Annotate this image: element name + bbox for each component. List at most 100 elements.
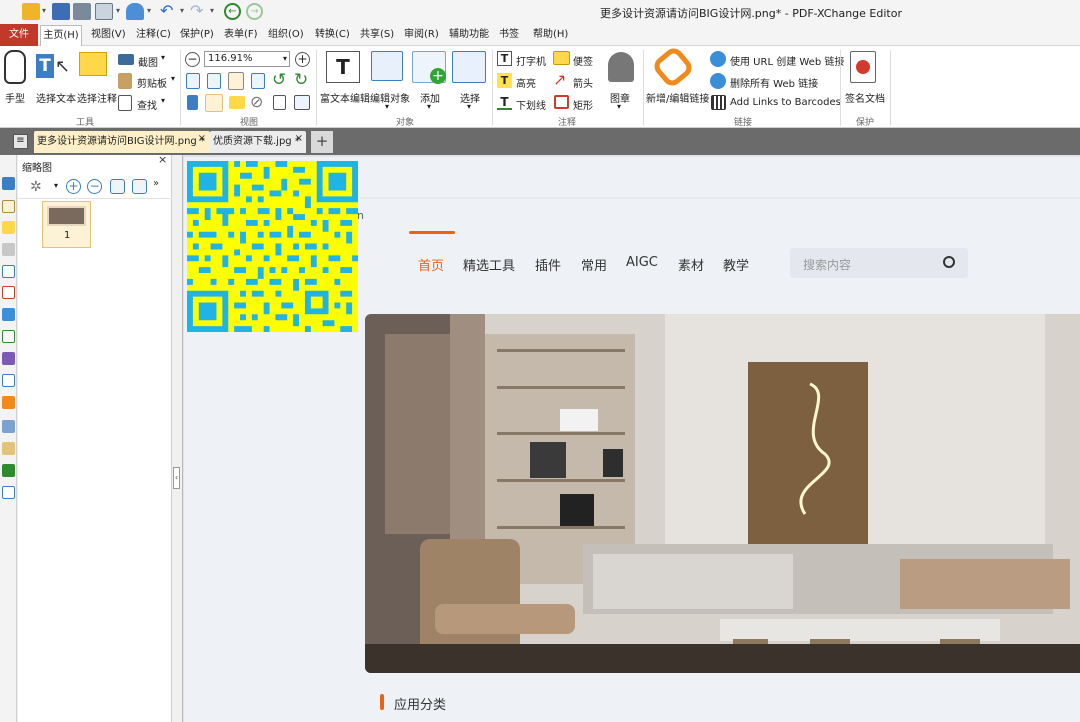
fit-page-icon[interactable]	[207, 73, 221, 89]
zoom-out-icon[interactable]: −	[185, 52, 200, 67]
fit-visible-icon[interactable]	[251, 73, 265, 89]
layers-panel-icon[interactable]	[2, 265, 15, 278]
website-search-box[interactable]: 搜索内容	[790, 248, 968, 278]
nav-featured-tools[interactable]: 精选工具	[463, 255, 515, 274]
menu-protect[interactable]: 保护(P)	[180, 24, 214, 46]
zoom-out-icon[interactable]: −	[87, 179, 102, 194]
thumbnails-toolbar: ✲ ▾ + − »	[18, 175, 172, 199]
menu-icon[interactable]: ≡	[13, 134, 28, 149]
close-icon[interactable]: ×	[295, 128, 303, 149]
rotate-left-icon[interactable]	[110, 179, 125, 194]
back-icon[interactable]: ←	[224, 3, 241, 20]
tools-panel-icon[interactable]	[2, 420, 15, 433]
menu-view[interactable]: 视图(V)	[91, 24, 126, 46]
tab-document-1[interactable]: 更多设计资源请访问BIG设计网.png * ×	[34, 131, 210, 153]
chevron-down-icon[interactable]: ▾	[116, 6, 120, 15]
properties-panel-icon[interactable]	[2, 330, 15, 343]
properties-icon[interactable]	[273, 95, 286, 110]
note-icon	[553, 51, 570, 65]
zoom-in-icon[interactable]: +	[295, 52, 310, 67]
fit-width-icon[interactable]	[228, 72, 244, 90]
attachments-panel-icon[interactable]	[2, 243, 15, 256]
menu-file[interactable]: 文件	[0, 24, 38, 46]
chevron-down-icon[interactable]: ▾	[210, 6, 214, 15]
zoom-level-select[interactable]: 116.91% ▾	[204, 51, 290, 67]
undo-icon[interactable]: ↶	[160, 1, 173, 20]
destinations-panel-icon[interactable]	[2, 352, 15, 365]
menu-home[interactable]: 主页(H)	[40, 25, 82, 46]
cloud-upload-icon[interactable]	[126, 3, 144, 20]
actual-size-icon[interactable]	[186, 73, 200, 89]
find-icon	[118, 95, 132, 111]
clipboard-label: 剪贴板	[137, 79, 167, 90]
close-icon[interactable]: ×	[198, 128, 206, 149]
zoom-in-icon[interactable]: +	[66, 179, 81, 194]
organizer-panel-icon[interactable]	[2, 442, 15, 455]
bookmarks-panel-icon[interactable]	[2, 177, 15, 190]
panel-splitter[interactable]: ‹	[172, 155, 183, 722]
rotate-left-icon[interactable]: ↺	[272, 70, 286, 90]
forward-icon[interactable]: →	[246, 3, 263, 20]
settings-icon[interactable]	[294, 95, 310, 110]
document-view[interactable]: n 首页 精选工具 插件 常用 AIGC 素材 教学 搜索内容 应用分类	[183, 155, 1080, 722]
nav-common[interactable]: 常用	[581, 255, 607, 274]
chevron-down-icon[interactable]: ▾	[54, 181, 58, 190]
nav-aigc[interactable]: AIGC	[626, 255, 658, 270]
globe-remove-icon	[710, 73, 726, 89]
save-icon[interactable]	[52, 3, 70, 20]
search-panel-icon[interactable]	[2, 464, 15, 477]
signatures-panel-icon[interactable]	[2, 286, 15, 299]
pages-icon[interactable]	[205, 94, 223, 112]
structure-panel-icon[interactable]	[2, 374, 15, 387]
menu-accessibility[interactable]: 辅助功能	[449, 24, 489, 46]
more-options-icon[interactable]: »	[153, 178, 159, 189]
chevron-down-icon[interactable]: ▾	[180, 6, 184, 15]
chevron-down-icon[interactable]: ▾	[42, 6, 46, 15]
hand-tool-label: 手型	[5, 94, 25, 105]
search-icon[interactable]	[943, 256, 955, 268]
menu-organize[interactable]: 组织(O)	[268, 24, 304, 46]
gear-icon[interactable]: ✲	[30, 179, 42, 195]
nav-plugins[interactable]: 插件	[535, 255, 561, 274]
menu-share[interactable]: 共享(S)	[360, 24, 394, 46]
page-thumbnail[interactable]: 1	[42, 201, 91, 248]
group-tools-label: 工具	[76, 118, 95, 128]
menu-review[interactable]: 审阅(R)	[404, 24, 439, 46]
comments-icon[interactable]	[229, 96, 245, 109]
email-icon[interactable]	[95, 3, 113, 20]
nav-materials[interactable]: 素材	[678, 255, 704, 274]
tab-document-2[interactable]: 优质资源下载.jpg * ×	[210, 131, 306, 153]
close-icon[interactable]: ×	[158, 153, 167, 166]
edit-object-icon	[371, 51, 403, 81]
new-tab-button[interactable]: +	[311, 131, 333, 153]
comments-panel-icon[interactable]	[2, 221, 15, 234]
rotate-right-icon[interactable]	[132, 179, 147, 194]
open-folder-icon[interactable]	[22, 3, 40, 20]
nav-tutorials[interactable]: 教学	[723, 255, 749, 274]
print-icon[interactable]	[73, 3, 91, 20]
hand-icon	[4, 50, 26, 84]
redo-icon[interactable]: ↷	[190, 1, 203, 20]
attachment-icon[interactable]: ⊘	[250, 92, 263, 111]
highlight-icon: T	[497, 73, 512, 88]
thumbnails-panel-icon[interactable]	[2, 200, 15, 213]
bookmark-icon[interactable]	[187, 95, 198, 110]
select-annotation-label: 选择注释	[77, 94, 117, 105]
qr-code-image	[187, 161, 358, 332]
section-title: 应用分类	[394, 698, 447, 713]
chevron-down-icon[interactable]: ▾	[147, 6, 151, 15]
menu-help[interactable]: 帮助(H)	[533, 24, 568, 46]
menu-convert[interactable]: 转换(C)	[315, 24, 350, 46]
menu-comment[interactable]: 注释(C)	[136, 24, 171, 46]
seal-icon	[856, 60, 870, 74]
menu-form[interactable]: 表单(F)	[224, 24, 258, 46]
links-panel-icon[interactable]	[2, 396, 15, 409]
rotate-right-icon[interactable]: ↻	[294, 70, 308, 90]
collapse-panel-icon[interactable]: ‹	[173, 467, 180, 489]
info-panel-icon[interactable]	[2, 486, 15, 499]
content-panel-icon[interactable]	[2, 308, 15, 321]
menu-bookmarks[interactable]: 书签	[499, 24, 519, 46]
tab-label: 优质资源下载.jpg *	[213, 136, 300, 147]
clipboard-icon	[118, 73, 132, 89]
nav-home[interactable]: 首页	[418, 255, 444, 274]
